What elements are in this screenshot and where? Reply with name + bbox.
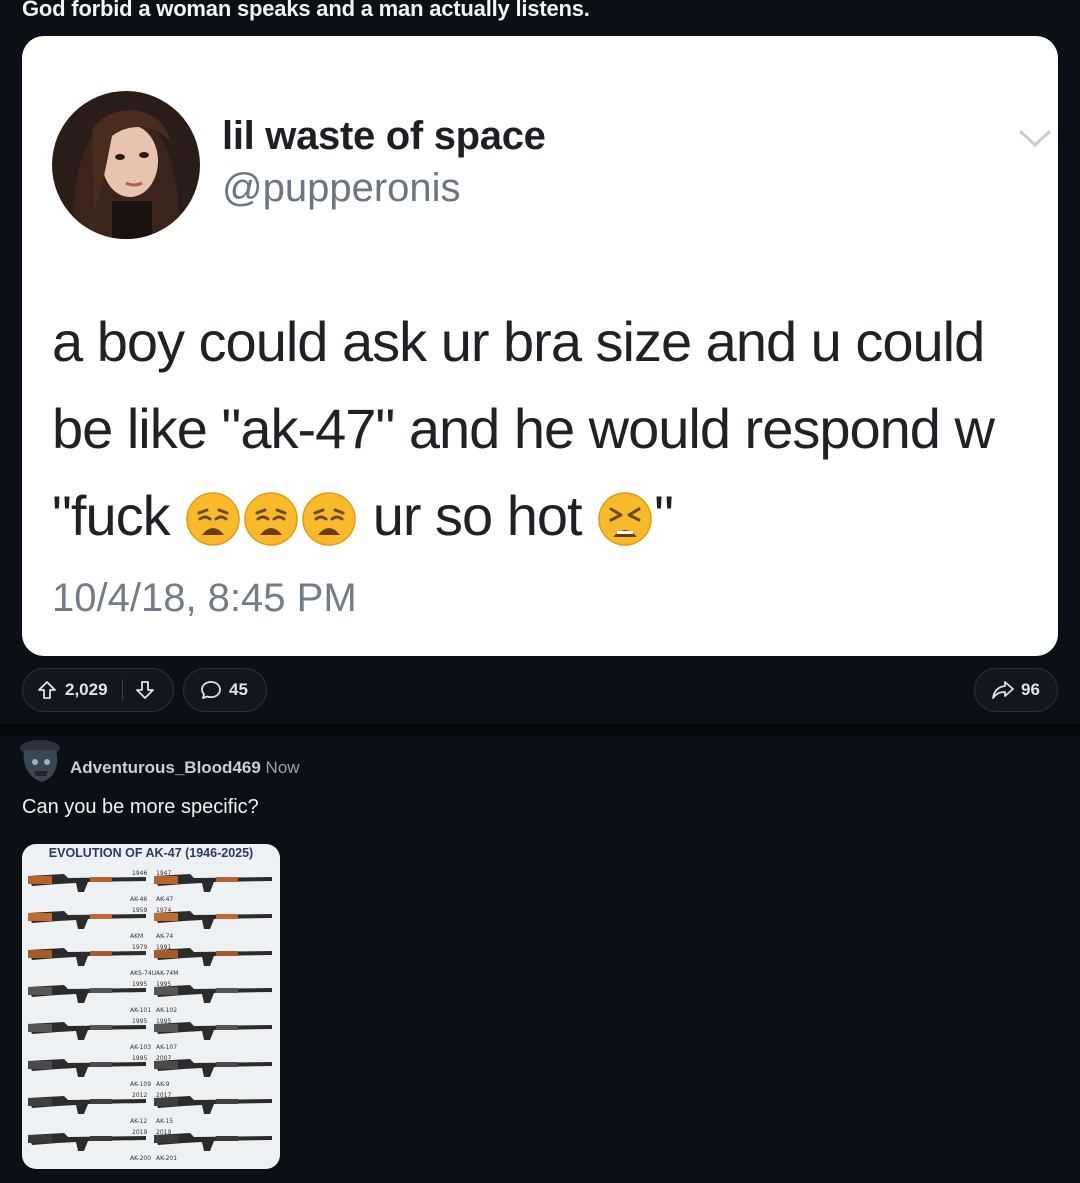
rifle-model-label: AK-103 <box>130 1044 152 1051</box>
tweet-text-fragment: "fuck <box>52 484 185 547</box>
rifle-icon <box>28 985 146 1003</box>
rifle-year: 1995 <box>156 981 172 988</box>
downvote-icon[interactable] <box>135 680 155 700</box>
rifle-year: 1974 <box>156 907 172 914</box>
rifle-year: 2019 <box>132 1129 148 1136</box>
rifle-model-label: AK-15 <box>156 1118 174 1125</box>
weary-face-icon <box>301 484 357 546</box>
rifle-model-label: AK-101 <box>130 1007 152 1014</box>
rifle-icon <box>154 1096 272 1114</box>
tweet-text-line: "fuck ur so hot " <box>52 472 1052 559</box>
rifle-icon <box>28 911 146 929</box>
rifle-model-label: AK-46 <box>130 896 148 903</box>
rifle-icon <box>28 1059 146 1077</box>
rifle-year: 2012 <box>132 1092 148 1099</box>
rifle-model-label: AK-109 <box>130 1081 152 1088</box>
rifle-model-label: AK-74M <box>156 970 179 977</box>
share-button[interactable]: 96 <box>974 668 1058 712</box>
rifle-year: 1991 <box>156 944 172 951</box>
rifle-icon <box>28 1096 146 1114</box>
post-action-bar: 2,029 45 96 <box>22 668 1058 714</box>
vote-divider <box>121 679 123 701</box>
chevron-down-icon[interactable] <box>1018 128 1052 150</box>
tweet-display-name[interactable]: lil waste of space <box>222 114 546 159</box>
rifle-year: 1959 <box>132 907 148 914</box>
upvote-icon[interactable] <box>37 680 57 700</box>
rifle-icon <box>28 874 146 892</box>
weary-face-icon <box>185 484 241 546</box>
rifle-icon <box>28 948 146 966</box>
rifle-year: 1947 <box>156 870 172 877</box>
rifle-model-label: AK-47 <box>156 896 174 903</box>
rifle-model-label: AKM <box>130 933 144 940</box>
comment-count: 45 <box>229 680 248 699</box>
rifle-icon <box>154 985 272 1003</box>
vote-pill: 2,029 <box>22 668 174 712</box>
upvote-count: 2,029 <box>65 680 108 699</box>
rifle-model-label: AK-107 <box>156 1044 178 1051</box>
section-divider <box>0 724 1080 736</box>
rifle-model-label: AK-200 <box>130 1155 152 1162</box>
comments-button[interactable]: 45 <box>183 668 267 712</box>
rifle-icon <box>154 1133 272 1151</box>
rifle-icon <box>154 1059 272 1077</box>
comment-text: Can you be more specific? <box>22 796 259 818</box>
rifle-model-label: AK-201 <box>156 1155 178 1162</box>
rifle-icon <box>28 1133 146 1151</box>
commenter-avatar[interactable] <box>18 738 64 784</box>
comment-meta: Adventurous_Blood469 Now <box>70 758 300 778</box>
rifle-year: 1995 <box>156 1018 172 1025</box>
comment-username[interactable]: Adventurous_Blood469 <box>70 758 261 777</box>
rifle-year: 1995 <box>132 1055 148 1062</box>
rifle-model-label: AKS-74U <box>130 970 157 977</box>
tweet-avatar <box>52 91 200 239</box>
rifle-year: 2019 <box>156 1129 172 1136</box>
rifle-year: 1979 <box>132 944 148 951</box>
rifle-model-label: AK-12 <box>130 1118 148 1125</box>
rifle-icon <box>154 1022 272 1040</box>
rifle-year: 1995 <box>132 981 148 988</box>
rifle-icon <box>154 911 272 929</box>
rifle-model-label: AK-102 <box>156 1007 178 1014</box>
tweet-timestamp: 10/4/18, 8:45 PM <box>52 576 357 620</box>
comment-image-ak47-evolution[interactable]: EVOLUTION OF AK-47 (1946-2025) AK-46 AK-4… <box>22 844 280 1169</box>
rifle-year: 1946 <box>132 870 148 877</box>
share-icon <box>991 680 1015 700</box>
comment-icon <box>200 680 222 700</box>
post-title: God forbid a woman speaks and a man actu… <box>22 0 590 21</box>
rifle-icon <box>28 1022 146 1040</box>
tweet-screenshot-card[interactable]: lil waste of space @pupperonis a boy cou… <box>22 36 1058 656</box>
rifle-icon <box>154 948 272 966</box>
weary-face-icon <box>243 484 299 546</box>
tweet-text-fragment: ur so hot <box>358 484 597 547</box>
tweet-text-line: a boy could ask ur bra size and u could <box>52 310 985 373</box>
share-count: 96 <box>1021 680 1040 699</box>
tweet-text-line: be like "ak-47" and he would respond w <box>52 397 995 460</box>
tweet-handle[interactable]: @pupperonis <box>222 166 461 211</box>
rifle-model-label: AK-74 <box>156 933 174 940</box>
tweet-text-fragment: " <box>654 484 674 547</box>
rifle-icon <box>154 874 272 892</box>
rifle-model-label: AK-9 <box>156 1081 170 1088</box>
rifle-year: 2007 <box>156 1055 172 1062</box>
rifle-year: 2017 <box>156 1092 172 1099</box>
tired-face-icon <box>597 484 653 546</box>
comment-time: Now <box>265 758 300 777</box>
tweet-text: a boy could ask ur bra size and u could … <box>52 298 1052 559</box>
rifle-year: 1995 <box>132 1018 148 1025</box>
